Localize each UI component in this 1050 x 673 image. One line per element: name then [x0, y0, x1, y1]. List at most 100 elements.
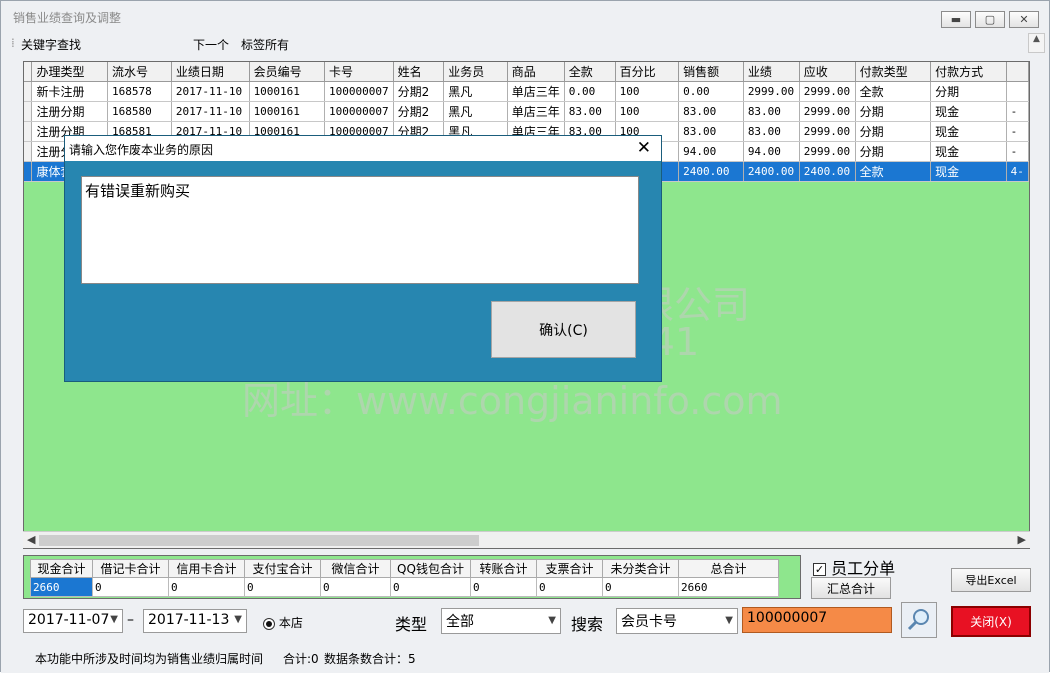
next-button[interactable]: 下一个 [193, 36, 229, 53]
column-header[interactable]: 会员编号 [249, 62, 326, 82]
summary-value[interactable]: 0 [168, 577, 245, 597]
table-cell[interactable]: 0.00 [678, 81, 744, 102]
column-header[interactable]: 商品 [507, 62, 565, 82]
summary-value[interactable]: 0 [470, 577, 537, 597]
table-cell[interactable]: 2999.00 [799, 121, 856, 142]
scroll-up-button[interactable]: ▲ [1028, 33, 1045, 53]
table-cell[interactable]: 94.00 [743, 141, 800, 162]
table-cell[interactable]: 分期2 [393, 101, 445, 122]
scroll-left-icon[interactable]: ◀ [27, 533, 35, 546]
table-cell[interactable]: 分期2 [393, 81, 445, 102]
type-select[interactable]: 全部 ▼ [441, 608, 561, 634]
export-excel-button[interactable]: 导出Excel [951, 568, 1031, 592]
table-cell[interactable] [1006, 81, 1029, 102]
column-header[interactable]: 百分比 [615, 62, 680, 82]
column-header[interactable]: 全款 [564, 62, 616, 82]
tag-all-button[interactable]: 标签所有 [241, 36, 289, 53]
column-header[interactable]: 业务员 [443, 62, 508, 82]
scroll-right-icon[interactable]: ▶ [1018, 533, 1026, 546]
row-header-cell[interactable] [24, 161, 33, 182]
table-cell[interactable]: 分期 [930, 81, 1007, 102]
confirm-button[interactable]: 确认(C) [491, 301, 636, 358]
table-cell[interactable]: 100000007 [324, 101, 394, 122]
table-cell[interactable]: 2017-11-10 [171, 81, 250, 102]
minimize-button[interactable]: ▬ [941, 11, 971, 28]
summary-value[interactable]: 0 [536, 577, 603, 597]
column-header[interactable]: 应收 [799, 62, 856, 82]
table-cell[interactable]: 83.00 [678, 101, 744, 122]
date-to-picker[interactable]: 2017-11-13 ▼ [143, 609, 247, 633]
row-header-cell[interactable] [24, 121, 33, 142]
table-cell[interactable]: 2400.00 [799, 161, 856, 182]
table-cell[interactable]: 2017-11-10 [171, 101, 250, 122]
table-cell[interactable]: 黑凡 [443, 81, 508, 102]
table-cell[interactable]: 单店三年 [507, 81, 565, 102]
row-header-cell[interactable] [24, 81, 33, 102]
column-header[interactable]: 办理类型 [31, 62, 108, 82]
summary-value[interactable]: 0 [244, 577, 321, 597]
summary-value[interactable]: 0 [390, 577, 471, 597]
table-cell[interactable]: 单店三年 [507, 101, 565, 122]
table-row[interactable]: 注册分期 168580 2017-11-10 1000161 100000007 分期2 黑… [24, 101, 1029, 122]
search-field-select[interactable]: 会员卡号 ▼ [616, 608, 738, 634]
table-cell[interactable]: 2999.00 [799, 141, 856, 162]
close-button[interactable]: 关闭(X) [951, 606, 1031, 637]
table-cell[interactable]: 分期 [855, 141, 932, 162]
table-cell[interactable]: 黑凡 [443, 101, 508, 122]
reason-textarea[interactable]: 有错误重新购买 [81, 176, 639, 284]
table-cell[interactable]: 83.00 [678, 121, 744, 142]
table-cell[interactable]: 1000161 [249, 101, 326, 122]
summary-value[interactable]: 0 [602, 577, 679, 597]
table-cell[interactable]: 分期 [855, 101, 932, 122]
table-cell[interactable]: - [1006, 141, 1029, 162]
column-header[interactable]: 销售额 [678, 62, 744, 82]
table-cell[interactable]: 1000161 [249, 81, 326, 102]
column-header[interactable]: 付款方式 [930, 62, 1007, 82]
table-cell[interactable]: 2999.00 [799, 101, 856, 122]
horizontal-scrollbar[interactable]: ◀ ▶ [23, 531, 1030, 548]
table-cell[interactable]: 4- [1006, 161, 1029, 182]
row-header-cell[interactable] [24, 141, 33, 162]
column-header[interactable]: 业绩日期 [171, 62, 250, 82]
column-header[interactable]: 姓名 [393, 62, 445, 82]
table-cell[interactable]: 83.00 [743, 121, 800, 142]
column-header[interactable]: 付款类型 [855, 62, 932, 82]
dialog-close-icon[interactable]: ✕ [637, 138, 651, 158]
table-cell[interactable]: 注册分期 [31, 101, 108, 122]
table-cell[interactable]: 2999.00 [743, 81, 800, 102]
table-cell[interactable]: 0.00 [564, 81, 616, 102]
summary-value[interactable]: 0 [320, 577, 391, 597]
table-cell[interactable]: 2999.00 [799, 81, 856, 102]
date-from-picker[interactable]: 2017-11-07 ▼ [23, 609, 123, 633]
table-cell[interactable]: 2400.00 [678, 161, 744, 182]
table-cell[interactable]: 100000007 [324, 81, 394, 102]
table-cell[interactable]: 分期 [855, 121, 932, 142]
table-cell[interactable]: 100 [615, 101, 680, 122]
table-cell[interactable]: 全款 [855, 81, 932, 102]
table-cell[interactable]: 现金 [930, 101, 1007, 122]
table-cell[interactable]: - [1006, 101, 1029, 122]
table-cell[interactable]: 2400.00 [743, 161, 800, 182]
column-header[interactable]: 卡号 [324, 62, 394, 82]
table-cell[interactable]: 94.00 [678, 141, 744, 162]
table-cell[interactable]: 现金 [930, 121, 1007, 142]
staff-split-checkbox[interactable]: ✓ 员工分单 [813, 555, 895, 579]
summary-value[interactable]: 0 [92, 577, 169, 597]
summary-total-button[interactable]: 汇总合计 [811, 577, 891, 599]
summary-value[interactable]: 2660 [678, 577, 779, 597]
maximize-button[interactable]: ▢ [975, 11, 1005, 28]
search-input[interactable]: 100000007 [742, 607, 892, 633]
close-window-button[interactable]: ✕ [1009, 11, 1039, 28]
store-radio[interactable]: 本店 [263, 614, 303, 631]
table-cell[interactable]: 现金 [930, 161, 1007, 182]
keyword-search-button[interactable]: 关键字查找 [21, 36, 81, 53]
table-cell[interactable]: - [1006, 121, 1029, 142]
table-cell[interactable]: 全款 [855, 161, 932, 182]
table-cell[interactable]: 83.00 [743, 101, 800, 122]
summary-value[interactable]: 2660 [30, 577, 93, 597]
table-cell[interactable]: 168580 [107, 101, 172, 122]
table-cell[interactable]: 现金 [930, 141, 1007, 162]
search-button[interactable] [901, 602, 937, 638]
column-header[interactable]: 流水号 [107, 62, 172, 82]
table-cell[interactable]: 168578 [107, 81, 172, 102]
